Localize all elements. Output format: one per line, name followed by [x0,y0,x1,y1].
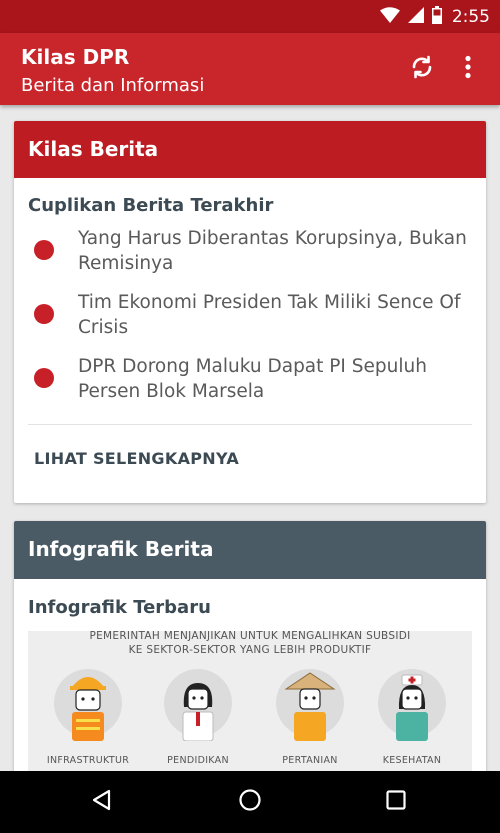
status-bar: 2:55 [0,0,500,33]
bullet-dot-icon [34,368,54,388]
news-item-title: Yang Harus Diberantas Korupsinya, Bukan … [78,228,467,274]
infographic-section-title: Infografik Terbaru [28,597,211,618]
construction-worker-icon [60,669,116,745]
refresh-button[interactable] [404,51,440,87]
bullet-dot-icon [34,240,54,260]
infographic-card-title: Infografik Berita [28,537,214,561]
student-icon [170,669,226,745]
overflow-menu-button[interactable] [452,51,484,87]
app-bar: Kilas DPR Berita dan Informasi [0,33,500,105]
sector-label: PERTANIAN [282,755,338,766]
infographic-title-line1: PEMERINTAH MENJANJIKAN UNTUK MENGALIHKAN… [89,631,411,642]
screen: 2:55 Kilas DPR Berita dan Informasi Kila… [0,0,500,833]
sector-label: INFRASTRUKTUR [46,755,130,766]
home-icon [238,788,262,816]
back-button[interactable] [84,785,120,819]
status-time: 2:55 [451,7,490,27]
home-button[interactable] [232,785,268,819]
infographic-card-header: Infografik Berita [14,521,486,579]
navigation-bar [0,771,500,833]
infographic-title: PEMERINTAH MENJANJIKAN UNTUK MENGALIHKAN… [28,631,472,657]
farmer-icon [282,669,338,745]
news-card-title: Kilas Berita [28,137,159,161]
sector-label: KESEHATAN [382,755,442,766]
recents-icon [384,788,408,816]
see-more-button[interactable]: LIHAT SELENGKAPNYA [34,449,239,468]
news-item[interactable]: Yang Harus Diberantas Korupsinya, Bukan … [28,226,472,280]
news-item[interactable]: DPR Dorong Maluku Dapat PI Sepuluh Perse… [28,354,472,408]
sector-label: PENDIDIKAN [167,755,229,766]
back-icon [90,788,114,816]
infographic-title-line2: KE SEKTOR-SEKTOR YANG LEBIH PRODUKTIF [128,644,372,656]
wifi-icon [379,7,400,27]
infographic-image[interactable]: PEMERINTAH MENJANJIKAN UNTUK MENGALIHKAN… [28,631,472,791]
overflow-menu-icon [464,55,472,83]
divider [28,424,472,425]
refresh-icon [409,54,435,84]
news-item-title: DPR Dorong Maluku Dapat PI Sepuluh Perse… [78,356,427,402]
news-item[interactable]: Tim Ekonomi Presiden Tak Miliki Sence Of… [28,290,472,344]
news-section-title: Cuplikan Berita Terakhir [28,195,274,216]
news-item-title: Tim Ekonomi Presiden Tak Miliki Sence Of… [78,292,461,338]
status-icons: 2:55 [379,6,490,28]
nurse-icon [384,669,440,745]
app-subtitle: Berita dan Informasi [21,75,205,96]
news-card: Kilas Berita Cuplikan Berita Terakhir Ya… [14,121,486,503]
signal-icon [407,7,424,27]
bullet-dot-icon [34,304,54,324]
battery-icon [431,6,442,28]
recents-button[interactable] [378,785,414,819]
news-card-header: Kilas Berita [14,121,486,178]
app-title: Kilas DPR [21,45,130,69]
